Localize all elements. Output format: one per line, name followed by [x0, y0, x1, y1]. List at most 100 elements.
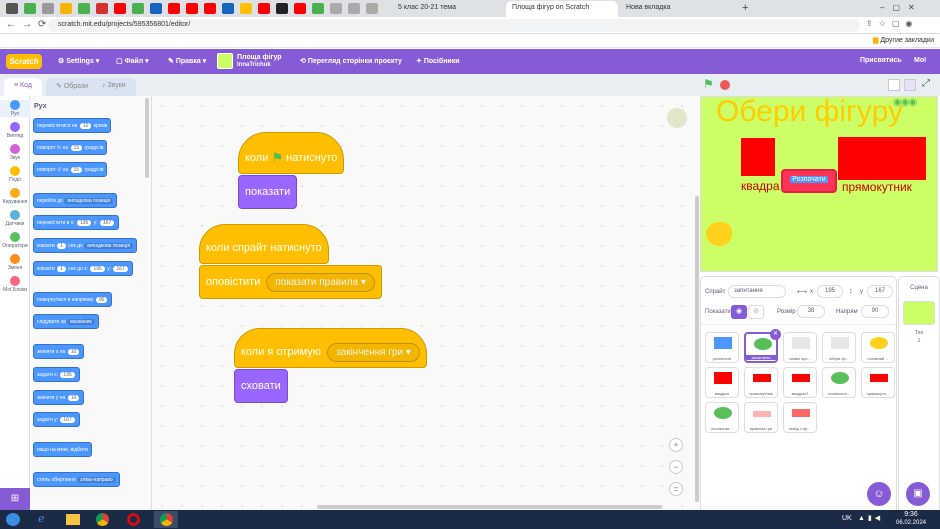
- palette-block[interactable]: ковзати 1 сек до випадкова позиція: [33, 238, 138, 253]
- browser-tab[interactable]: 5 клас 20-21 тема: [392, 1, 504, 17]
- ie-icon[interactable]: ℯ: [38, 512, 45, 525]
- script-area[interactable]: коли ⚑ натиснуто показати коли спрайт на…: [152, 96, 700, 516]
- category-sensing[interactable]: Датчики: [0, 210, 30, 227]
- tab-favicon-icon[interactable]: [60, 3, 72, 14]
- extensions-button[interactable]: ⊞: [0, 488, 30, 510]
- sprite-tile[interactable]: правила гри: [744, 402, 778, 433]
- tab-favicon-icon[interactable]: [348, 3, 360, 14]
- script-vscrollbar[interactable]: [695, 196, 699, 502]
- nav-arrows-icon[interactable]: ←→⟳: [6, 19, 52, 30]
- palette-block[interactable]: задати x: 195: [33, 367, 80, 382]
- tab-favicon-icon[interactable]: [150, 3, 162, 14]
- block-input[interactable]: 10: [67, 349, 80, 355]
- new-tab-icon[interactable]: +: [742, 2, 748, 14]
- tab-favicon-icon[interactable]: [132, 3, 144, 14]
- edit-menu[interactable]: ✎ Правка ▾: [168, 57, 206, 65]
- block-input[interactable]: 195: [60, 372, 75, 378]
- tab-favicon-icon[interactable]: [312, 3, 324, 14]
- tab-costumes[interactable]: ✎ Образи: [46, 78, 99, 96]
- share-button[interactable]: Присвятись: [860, 57, 902, 64]
- sprite-tile[interactable]: похвала в...: [822, 367, 856, 398]
- direction-input[interactable]: 90: [861, 305, 889, 318]
- palette-block[interactable]: змінити y на 10: [33, 390, 85, 405]
- tab-favicon-icon[interactable]: [366, 3, 378, 14]
- tutorials-button[interactable]: ✦ Посібники: [416, 57, 460, 65]
- category-my-blocks[interactable]: Мої Блоки: [0, 276, 30, 293]
- square-sprite[interactable]: [741, 138, 775, 176]
- show-block[interactable]: показати: [238, 175, 298, 209]
- add-backdrop-button[interactable]: ▣: [906, 482, 930, 506]
- clock-time[interactable]: 9:36: [896, 511, 926, 518]
- green-flag-icon[interactable]: ⚑: [703, 77, 714, 91]
- palette-block[interactable]: змінити x на 10: [33, 344, 85, 359]
- stage-thumbnail[interactable]: [903, 301, 935, 325]
- file-menu[interactable]: ▢ Файл ▾: [116, 57, 149, 65]
- tab-favicon-icon[interactable]: [78, 3, 90, 14]
- block-input[interactable]: 10: [67, 395, 80, 401]
- add-sprite-button[interactable]: ☺: [867, 482, 891, 506]
- block-input[interactable]: 167: [60, 417, 75, 423]
- sprite-tile[interactable]: обери фі...: [822, 332, 856, 363]
- receive-message-dropdown[interactable]: закінчення гри ▾: [327, 342, 420, 362]
- language-indicator[interactable]: UK: [842, 515, 852, 522]
- youtube-icon[interactable]: [204, 3, 216, 14]
- tab-favicon-icon[interactable]: [240, 3, 252, 14]
- zoom-in-button[interactable]: +: [669, 438, 683, 452]
- y-input[interactable]: 167: [867, 285, 893, 298]
- project-title[interactable]: Площа фігур: [237, 54, 282, 61]
- hide-block[interactable]: сховати: [234, 369, 288, 403]
- youtube-icon[interactable]: [168, 3, 180, 14]
- sprite-tile[interactable]: прямокутн...: [861, 367, 895, 398]
- youtube-icon[interactable]: [294, 3, 306, 14]
- palette-block[interactable]: якщо на межі, відбити: [33, 442, 92, 457]
- stage[interactable]: Обери фігуру ◉◉◉ Розпочати квадра прямок…: [700, 96, 938, 272]
- palette-block[interactable]: задати y: 167: [33, 412, 80, 427]
- palette-scrollbar[interactable]: [145, 98, 149, 178]
- window-controls[interactable]: –▢✕: [880, 3, 923, 12]
- youtube-icon[interactable]: [114, 3, 126, 14]
- script-hscrollbar[interactable]: [317, 505, 662, 509]
- block-input[interactable]: 10: [79, 123, 92, 129]
- tab-favicon-icon[interactable]: [96, 3, 108, 14]
- tray-icons[interactable]: ▲▮◀: [858, 514, 883, 522]
- sprite-name-input[interactable]: запитання: [728, 285, 786, 298]
- palette-block[interactable]: перейти до випадкова позиція: [33, 193, 118, 208]
- category-sound[interactable]: Звук: [0, 144, 30, 161]
- palette-block[interactable]: ковзати 1 сек до x: 195 y: 167: [33, 261, 133, 276]
- palette-block[interactable]: повернутися в напрямку 90: [33, 292, 113, 307]
- start-icon[interactable]: [6, 513, 20, 526]
- browser-tab-active[interactable]: Площа фігур on Scratch: [506, 1, 618, 17]
- category-motion[interactable]: Рух: [0, 100, 30, 117]
- broadcast-block[interactable]: оповістити показати правила ▾: [199, 265, 382, 299]
- large-stage-icon[interactable]: [904, 79, 916, 91]
- tab-favicon-icon[interactable]: [42, 3, 54, 14]
- youtube-icon[interactable]: [258, 3, 270, 14]
- x-input[interactable]: 195: [817, 285, 843, 298]
- scratch-logo[interactable]: Scratch: [6, 54, 42, 69]
- sprite-tile[interactable]: квадрат: [705, 367, 739, 398]
- delete-sprite-icon[interactable]: ✕: [770, 329, 781, 340]
- block-input[interactable]: 195: [90, 266, 105, 272]
- when-sprite-clicked-block[interactable]: коли спрайт натиснуто: [199, 224, 329, 264]
- when-i-receive-block[interactable]: коли я отримую закінчення гри ▾: [234, 328, 427, 368]
- block-input[interactable]: 15: [70, 167, 83, 173]
- zoom-out-button[interactable]: −: [669, 460, 683, 474]
- palette-block[interactable]: поворот ↺ на 15 градусів: [33, 162, 108, 177]
- see-project-page-button[interactable]: ⟲ Перегляд сторінки проєкту: [300, 57, 402, 65]
- block-dropdown[interactable]: вказівник: [67, 319, 95, 325]
- tab-favicon-icon[interactable]: [6, 3, 18, 14]
- category-variables[interactable]: Змінні: [0, 254, 30, 271]
- youtube-icon[interactable]: [186, 3, 198, 14]
- block-dropdown[interactable]: випадкова позиція: [84, 243, 134, 249]
- sprite-tile[interactable]: головний ...: [861, 332, 895, 363]
- other-bookmarks[interactable]: ▆ Другие закладки: [873, 36, 934, 44]
- chick-sprite[interactable]: [706, 222, 732, 246]
- browser-actions-icon[interactable]: ⇪☆▢◉: [866, 19, 918, 28]
- palette-block[interactable]: слідувати за вказівник: [33, 314, 99, 329]
- block-input[interactable]: 167: [100, 220, 115, 226]
- chrome-icon[interactable]: [96, 513, 109, 526]
- block-input[interactable]: 1: [57, 266, 66, 272]
- fullscreen-icon[interactable]: ⤢: [922, 78, 930, 89]
- block-dropdown[interactable]: зліва-направо: [77, 477, 116, 483]
- chrome-active-icon[interactable]: [154, 511, 178, 528]
